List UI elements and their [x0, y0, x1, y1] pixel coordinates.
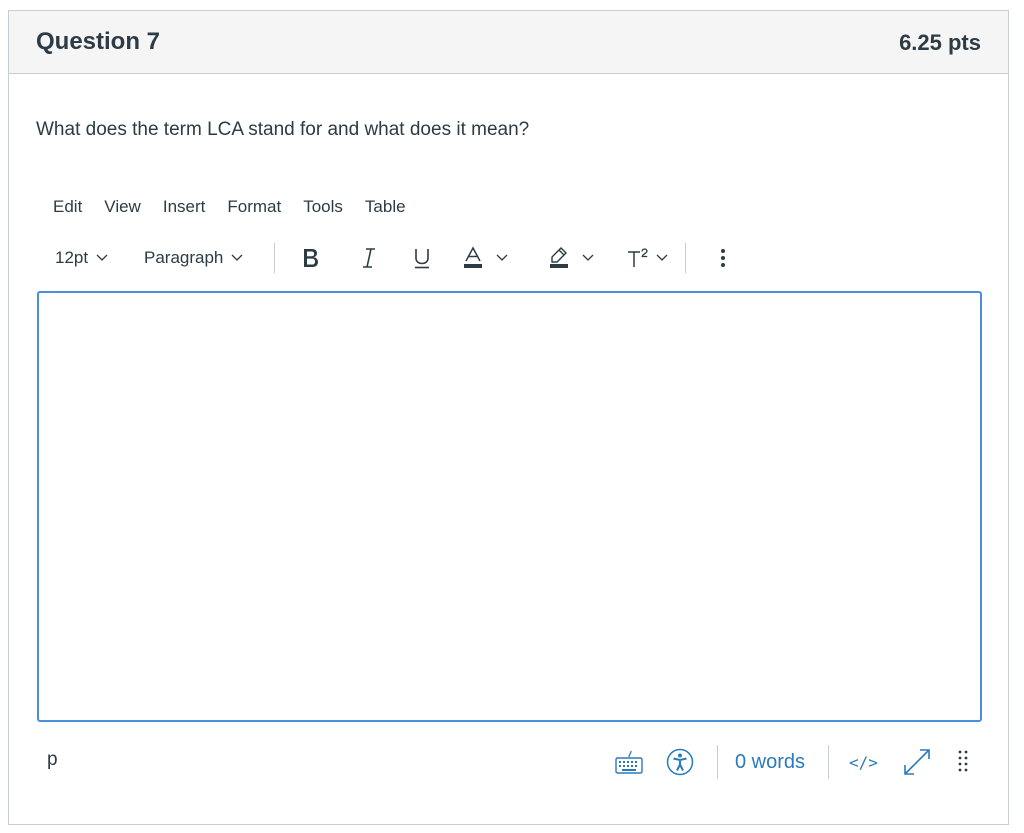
- word-count: 0 words: [735, 750, 806, 773]
- font-size-select[interactable]: 12pt: [55, 240, 108, 276]
- superscript-icon: [628, 248, 648, 267]
- bold-icon: [304, 249, 318, 267]
- rich-text-editor-area[interactable]: [37, 291, 982, 722]
- statusbar-divider: [717, 745, 718, 779]
- chevron-down-icon: [656, 254, 668, 261]
- text-color-button[interactable]: [462, 240, 508, 276]
- chevron-down-icon: [231, 254, 243, 261]
- menu-table[interactable]: Table: [354, 195, 417, 219]
- question-text: What does the term LCA stand for and wha…: [36, 119, 530, 140]
- fullscreen-icon: [904, 749, 930, 775]
- resize-handle-icon: [958, 750, 968, 772]
- italic-button[interactable]: [357, 240, 381, 276]
- underline-icon: [415, 249, 429, 269]
- chevron-down-icon: [496, 254, 508, 261]
- menu-insert[interactable]: Insert: [152, 195, 217, 219]
- block-format-select[interactable]: Paragraph: [144, 240, 243, 276]
- menu-format[interactable]: Format: [216, 195, 292, 219]
- word-count-button[interactable]: 0 words: [735, 745, 805, 779]
- editor-menubar: Edit View Insert Format Tools Table: [42, 195, 417, 219]
- question-card: Question 7 6.25 pts What does the term L…: [8, 10, 1009, 825]
- block-format-value: Paragraph: [144, 248, 224, 267]
- editor-statusbar: p 0 words </>: [9, 741, 1008, 785]
- editor-toolbar: 12pt Paragraph: [44, 240, 744, 276]
- html-editor-icon: </>: [849, 752, 878, 772]
- underline-button[interactable]: [410, 240, 434, 276]
- italic-icon: [363, 248, 375, 268]
- fullscreen-button[interactable]: [902, 745, 932, 779]
- toolbar-divider: [274, 243, 275, 273]
- font-size-value: 12pt: [55, 248, 89, 267]
- toolbar-divider: [685, 243, 686, 273]
- keyboard-shortcuts-button[interactable]: [614, 745, 644, 779]
- element-path[interactable]: p: [47, 749, 58, 771]
- text-color-icon: [464, 246, 482, 268]
- keyboard-icon: [615, 750, 643, 774]
- chevron-down-icon: [96, 254, 108, 261]
- highlight-color-icon: [550, 247, 568, 268]
- accessibility-icon: [666, 748, 694, 776]
- bold-button[interactable]: [299, 240, 323, 276]
- more-options-icon: [721, 249, 725, 267]
- accessibility-checker-button[interactable]: [666, 745, 694, 779]
- question-title: Question 7: [36, 28, 161, 55]
- chevron-down-icon: [582, 254, 594, 261]
- superscript-button[interactable]: [626, 240, 668, 276]
- more-options-button[interactable]: [716, 240, 730, 276]
- statusbar-divider: [828, 745, 829, 779]
- menu-tools[interactable]: Tools: [292, 195, 354, 219]
- resize-handle[interactable]: [958, 745, 968, 779]
- question-points: 6.25 pts: [899, 30, 981, 55]
- menu-view[interactable]: View: [93, 195, 152, 219]
- highlight-color-button[interactable]: [548, 240, 594, 276]
- question-header: Question 7 6.25 pts: [9, 11, 1008, 74]
- html-editor-toggle[interactable]: </>: [849, 745, 878, 779]
- menu-edit[interactable]: Edit: [42, 195, 93, 219]
